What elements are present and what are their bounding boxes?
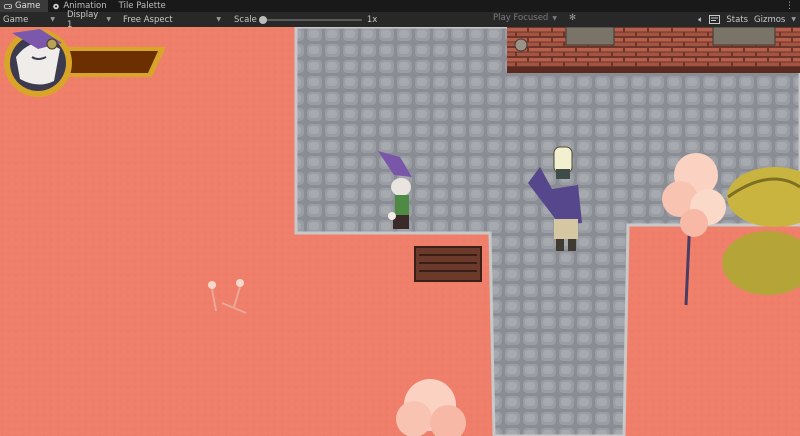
aspect-value: Free Aspect — [123, 14, 173, 25]
tab-tile-palette-label: Tile Palette — [118, 1, 166, 11]
game-viewport[interactable] — [0, 27, 800, 436]
scale-control: Scale 1x — [234, 15, 377, 25]
chevron-down-icon: ▼ — [50, 16, 55, 23]
tab-tile-palette[interactable]: Tile Palette — [115, 0, 174, 12]
play-mode-value: Play Focused — [493, 13, 549, 23]
scale-label: Scale — [234, 14, 257, 25]
tab-game-label: Game — [15, 1, 41, 11]
animation-icon — [53, 3, 60, 9]
gamepad-icon — [4, 3, 12, 9]
scale-slider[interactable] — [258, 15, 362, 24]
scale-value: 1x — [366, 14, 378, 25]
more-options-icon[interactable]: ⋮ — [785, 1, 794, 11]
hud-health-panel — [60, 47, 166, 77]
chevron-down-icon: ▼ — [106, 16, 111, 23]
bug-icon[interactable]: ✻ — [569, 13, 576, 23]
brick-wall — [507, 27, 800, 73]
health-bar-fill — [66, 51, 158, 73]
mute-audio-icon[interactable]: 🔈︎ — [698, 15, 703, 25]
editor-tab-bar: Game Animation Tile Palette ⋮ — [0, 0, 800, 12]
stats-window-icon[interactable] — [709, 15, 721, 24]
chevron-down-icon: ▼ — [552, 14, 557, 22]
display-mode-dropdown[interactable]: Game ▼ — [0, 13, 58, 26]
game-scene — [0, 27, 800, 436]
display-mode-value: Game — [3, 14, 29, 25]
game-view-toolbar: Game ▼ Display 1 ▼ Free Aspect ▼ Scale 1… — [0, 10, 800, 30]
hud-portrait-frame — [4, 29, 72, 97]
stats-button[interactable]: Stats — [726, 15, 748, 25]
chevron-down-icon: ▼ — [216, 16, 221, 23]
wooden-crate — [414, 246, 482, 282]
chevron-down-icon[interactable]: ▼ — [791, 16, 796, 23]
scale-slider-knob[interactable] — [258, 15, 267, 24]
right-toolbar: 🔈︎ Stats Gizmos ▼ — [698, 12, 796, 27]
display-dropdown[interactable]: Display 1 ▼ — [64, 10, 114, 30]
aspect-dropdown[interactable]: Free Aspect ▼ — [120, 13, 224, 26]
play-mode-dropdown[interactable]: Play Focused ▼ ✻ — [493, 13, 576, 23]
gizmos-button[interactable]: Gizmos — [754, 15, 785, 25]
tab-game[interactable]: Game — [0, 0, 49, 12]
